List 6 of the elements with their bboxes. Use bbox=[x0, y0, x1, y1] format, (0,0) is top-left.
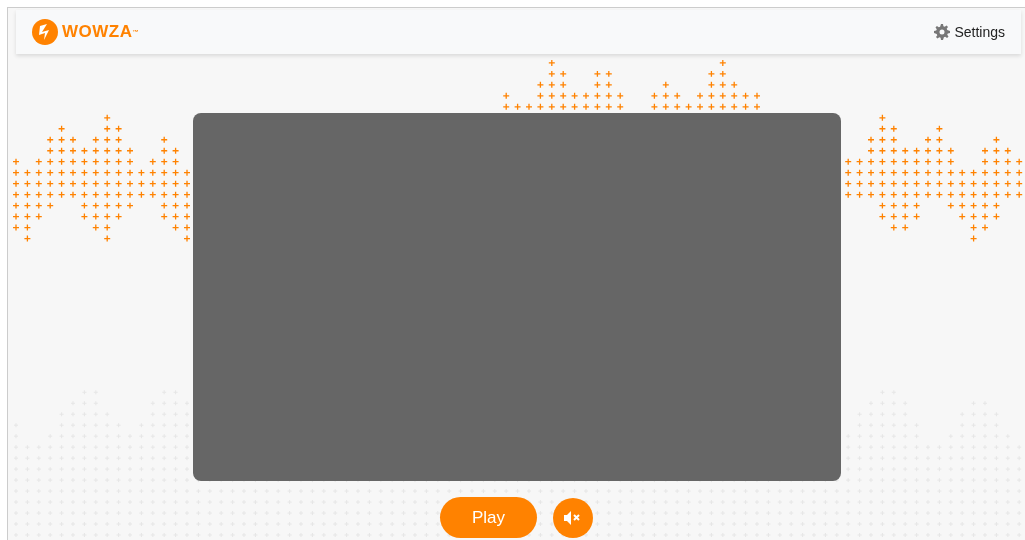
logo-icon bbox=[32, 19, 58, 45]
logo-text: WOWZA$^{™}$ bbox=[62, 21, 139, 44]
muted-speaker-icon bbox=[564, 510, 582, 525]
mute-button[interactable] bbox=[553, 497, 593, 538]
settings-icon bbox=[934, 24, 951, 40]
settings-link[interactable]: Settings bbox=[934, 21, 1005, 43]
